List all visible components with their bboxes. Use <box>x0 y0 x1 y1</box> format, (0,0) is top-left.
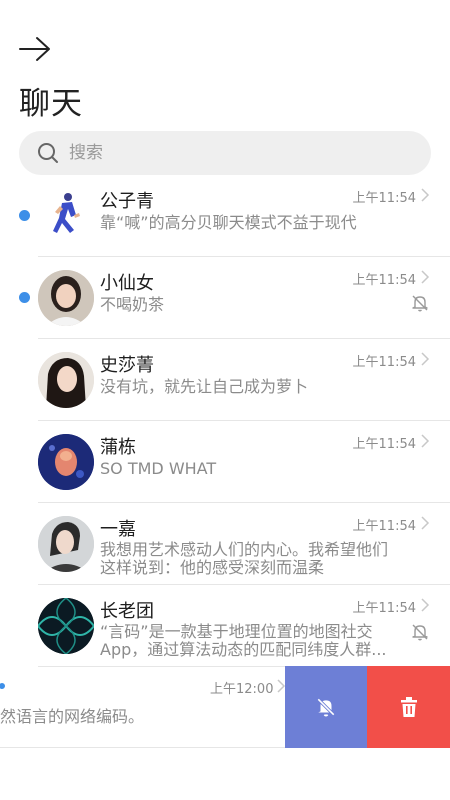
chat-preview: 靠“喊”的高分贝聊天模式不益于现代 <box>100 213 357 232</box>
chevron-right-icon <box>421 352 430 366</box>
chat-row[interactable]: 小仙女 不喝奶茶 上午11:54 <box>0 257 450 339</box>
chat-row[interactable]: 史莎菁 没有坑，就先让自己成为萝卜 上午11:54 <box>0 339 450 421</box>
chat-name: 蒲栋 <box>100 437 136 458</box>
chat-time: 上午11:54 <box>352 273 416 288</box>
chat-row[interactable]: 一嘉 我想用艺术感动人们的内心。我希望他们 这样说到：他的感受深刻而温柔 上午1… <box>0 503 450 585</box>
chevron-right-icon <box>421 270 430 284</box>
avatar <box>38 352 94 408</box>
chat-time: 上午11:54 <box>352 437 416 452</box>
chat-preview-line-1: 我想用艺术感动人们的内心。我希望他们 <box>100 540 389 559</box>
delete-action-button[interactable] <box>367 666 450 748</box>
avatar <box>38 598 94 654</box>
chat-name: 小仙女 <box>100 273 154 294</box>
avatar <box>38 434 94 490</box>
chat-time: 上午12:00 <box>210 682 274 697</box>
avatar <box>38 270 94 326</box>
chat-preview: SO TMD WHAT <box>100 459 217 478</box>
chat-preview: 然语言的网络编码。 <box>0 707 145 726</box>
chevron-right-icon <box>421 434 430 448</box>
chat-list: 公子青 靠“喊”的高分贝聊天模式不益于现代 上午11:54 小仙女 不喝奶茶 上… <box>0 175 450 667</box>
avatar <box>38 188 94 244</box>
swiped-chat-row[interactable]: 然语言的网络编码。 上午12:00 <box>0 666 450 748</box>
unread-dot <box>0 683 5 689</box>
avatar <box>38 516 94 572</box>
chevron-right-icon <box>421 516 430 530</box>
chat-preview: 没有坑，就先让自己成为萝卜 <box>100 377 309 396</box>
search-icon <box>37 142 59 164</box>
chevron-right-icon <box>421 598 430 612</box>
trash-icon <box>400 697 417 717</box>
bell-off-icon <box>317 698 335 717</box>
unread-dot <box>19 292 30 303</box>
chat-time: 上午11:54 <box>352 601 416 616</box>
chat-name: 史莎菁 <box>100 355 154 376</box>
chat-name: 一嘉 <box>100 519 136 540</box>
mute-action-button[interactable] <box>285 666 367 748</box>
chat-time: 上午11:54 <box>352 355 416 370</box>
chat-preview-line-2: 这样说到：他的感受深刻而温柔 <box>100 558 325 577</box>
search-bar[interactable] <box>19 131 431 175</box>
chat-preview: 不喝奶茶 <box>100 295 165 314</box>
page-title: 聊天 <box>19 86 83 122</box>
chat-time: 上午11:54 <box>352 519 416 534</box>
bell-off-icon <box>412 624 428 641</box>
unread-dot <box>19 210 30 221</box>
chat-row[interactable]: 长老团 “言码”是一款基于地理位置的地图社交 App，通过算法动态的匹配同纬度人… <box>0 585 450 667</box>
chat-preview-line-2: App，通过算法动态的匹配同纬度人群... <box>100 640 387 659</box>
bell-off-icon <box>412 295 428 312</box>
chat-name: 公子青 <box>100 191 154 212</box>
chat-time: 上午11:54 <box>352 191 416 206</box>
chat-row[interactable]: 公子青 靠“喊”的高分贝聊天模式不益于现代 上午11:54 <box>0 175 450 257</box>
back-button[interactable] <box>18 34 52 64</box>
chat-preview-line-1: “言码”是一款基于地理位置的地图社交 <box>100 622 373 641</box>
arrow-right-icon <box>19 37 50 61</box>
chat-row[interactable]: 蒲栋 SO TMD WHAT 上午11:54 <box>0 421 450 503</box>
swiped-row-content[interactable]: 然语言的网络编码。 上午12:00 <box>0 666 300 748</box>
search-input[interactable] <box>69 143 369 163</box>
chat-name: 长老团 <box>100 601 154 622</box>
chevron-right-icon <box>421 188 430 202</box>
